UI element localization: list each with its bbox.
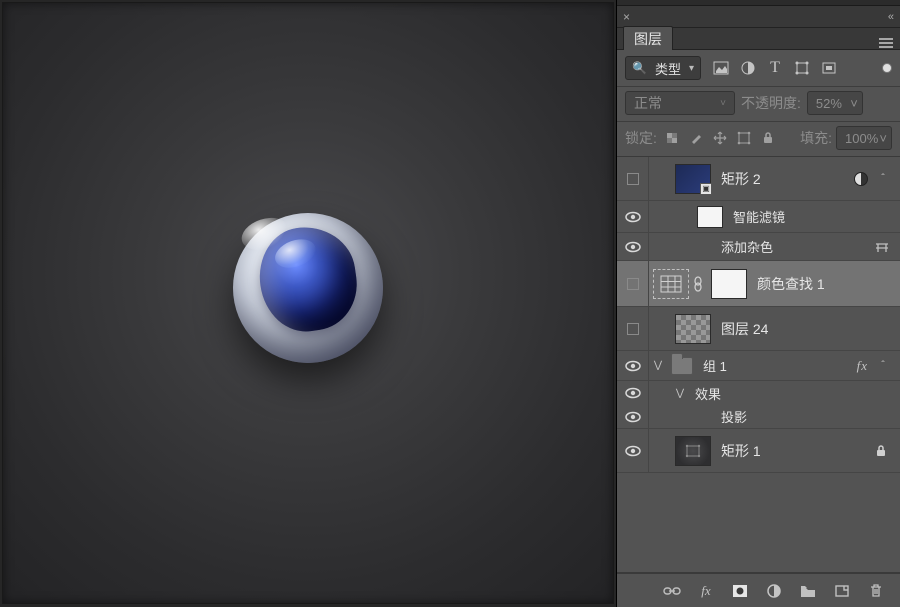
collapse-icon[interactable]: ˆ <box>876 360 890 371</box>
layer-thumb[interactable] <box>675 436 711 466</box>
layer-name[interactable]: 矩形 1 <box>721 441 761 461</box>
visibility-toggle[interactable] <box>617 429 649 472</box>
double-chevron-icon[interactable]: « <box>886 11 896 23</box>
link-icon[interactable] <box>691 276 705 292</box>
collapse-icon[interactable]: ˆ <box>876 173 890 184</box>
filter-options-icon[interactable] <box>874 240 890 254</box>
layers-list: ▣ 矩形 2 ˆ 智能滤镜 添加杂色 <box>617 157 900 573</box>
visibility-toggle[interactable] <box>617 405 649 428</box>
visibility-toggle[interactable] <box>617 307 649 350</box>
layer-row-effects[interactable]: ⋁ 效果 <box>617 381 900 405</box>
fill-value-dropdown[interactable]: 100%˅ <box>836 126 892 150</box>
blend-mode-dropdown[interactable]: 正常˅ <box>625 91 735 115</box>
lock-brush-icon[interactable] <box>685 128 707 148</box>
filter-mask-thumb[interactable] <box>697 206 723 228</box>
opacity-label: 不透明度: <box>741 93 801 113</box>
filter-shape-icon[interactable] <box>790 57 814 79</box>
filter-blend-icon[interactable] <box>854 172 868 186</box>
chevron-down-icon: ▾ <box>689 63 694 74</box>
visibility-toggle[interactable] <box>617 351 649 380</box>
layer-row-dropshadow[interactable]: 投影 <box>617 405 900 429</box>
lock-icon[interactable] <box>872 442 890 460</box>
layer-name[interactable]: 智能滤镜 <box>733 207 785 226</box>
layer-row-smartfilters[interactable]: 智能滤镜 <box>617 201 900 233</box>
lock-label: 锁定: <box>625 128 657 148</box>
layer-row-addnoise[interactable]: 添加杂色 <box>617 233 900 261</box>
canvas[interactable] <box>3 3 613 603</box>
fill-label: 填充: <box>800 128 832 148</box>
new-group-icon[interactable] <box>798 581 818 601</box>
panel-menu-icon[interactable] <box>872 37 900 49</box>
lock-row: 锁定: 填充: 100%˅ <box>617 122 900 157</box>
layer-name[interactable]: 颜色查找 1 <box>757 274 825 294</box>
layer-thumb[interactable]: ▣ <box>675 164 711 194</box>
lock-artboard-icon[interactable] <box>733 128 755 148</box>
tab-layers[interactable]: 图层 <box>623 26 673 50</box>
new-layer-icon[interactable] <box>832 581 852 601</box>
lock-pixels-icon[interactable] <box>661 128 683 148</box>
panel-tabbar: 图层 <box>617 28 900 50</box>
layer-name[interactable]: 矩形 2 <box>721 169 761 189</box>
layer-row-colorlookup[interactable]: 颜色查找 1 <box>617 261 900 307</box>
layer-name[interactable]: 投影 <box>721 407 747 426</box>
opacity-value-dropdown[interactable]: 52%˅ <box>807 91 863 115</box>
canvas-artwork-sphere <box>233 213 383 363</box>
folder-icon <box>671 357 693 375</box>
filter-smartobject-icon[interactable] <box>817 57 841 79</box>
layer-name[interactable]: 图层 24 <box>721 319 768 339</box>
layer-row-layer24[interactable]: 图层 24 <box>617 307 900 351</box>
layer-name[interactable]: 添加杂色 <box>721 237 773 256</box>
visibility-toggle[interactable] <box>617 201 649 232</box>
layer-thumb[interactable] <box>711 269 747 299</box>
visibility-toggle[interactable] <box>617 261 649 306</box>
expand-icon[interactable]: ⋁ <box>671 388 689 399</box>
add-mask-icon[interactable] <box>730 581 750 601</box>
visibility-toggle[interactable] <box>617 233 649 260</box>
visibility-toggle[interactable] <box>617 157 649 200</box>
expand-icon[interactable]: ⋁ <box>649 360 667 371</box>
blend-row: 正常˅ 不透明度: 52%˅ <box>617 87 900 122</box>
filter-type-dropdown[interactable]: 🔍 类型 ▾ <box>625 56 701 80</box>
fx-icon[interactable]: fx <box>696 581 716 601</box>
lock-move-icon[interactable] <box>709 128 731 148</box>
layer-row-group1[interactable]: ⋁ 组 1 fx ˆ <box>617 351 900 381</box>
trash-icon[interactable] <box>866 581 886 601</box>
filter-color-chip[interactable] <box>882 63 892 73</box>
layers-bottom-bar: fx <box>617 573 900 607</box>
layer-mask-dashed[interactable] <box>653 269 689 299</box>
new-adjustment-icon[interactable] <box>764 581 784 601</box>
layers-panel: × « 图层 🔍 类型 ▾ T <box>616 0 900 607</box>
layer-row-rect1[interactable]: 矩形 1 <box>617 429 900 473</box>
visibility-toggle[interactable] <box>617 381 649 405</box>
filter-image-icon[interactable] <box>709 57 733 79</box>
layer-row-rect2[interactable]: ▣ 矩形 2 ˆ <box>617 157 900 201</box>
filter-type-label: 类型 <box>655 59 681 78</box>
layer-name[interactable]: 组 1 <box>703 356 727 375</box>
link-layers-icon[interactable] <box>662 581 682 601</box>
filter-row: 🔍 类型 ▾ T <box>617 50 900 87</box>
layer-thumb[interactable] <box>675 314 711 344</box>
close-icon[interactable]: × <box>621 10 632 24</box>
lock-all-icon[interactable] <box>757 128 779 148</box>
filter-type-icon[interactable]: T <box>763 57 787 79</box>
panel-topbar: × « <box>617 6 900 28</box>
layer-name[interactable]: 效果 <box>695 384 721 403</box>
smartobject-badge-icon: ▣ <box>700 183 712 195</box>
filter-adjustment-icon[interactable] <box>736 57 760 79</box>
fx-badge[interactable]: fx <box>857 358 868 374</box>
